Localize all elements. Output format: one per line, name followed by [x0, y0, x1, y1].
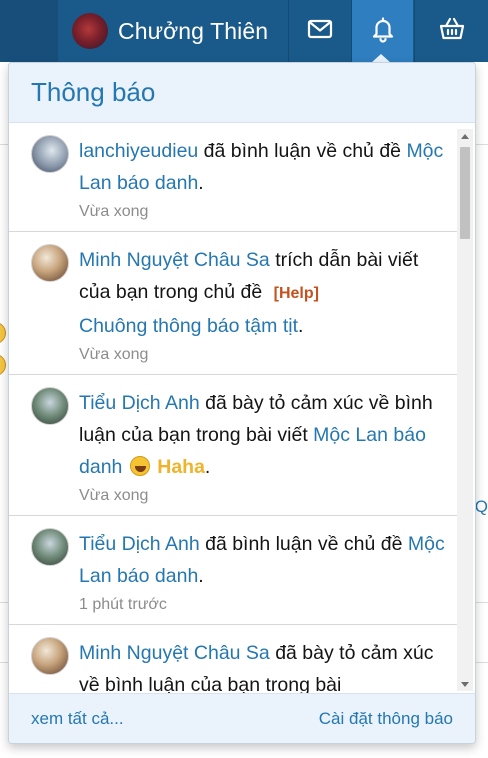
punctuation: .: [204, 456, 211, 478]
user-link[interactable]: Tiểu Dịch Anh: [79, 533, 200, 555]
notification-text: Minh Nguyệt Châu Sa đã bày tỏ cảm xúc về…: [79, 637, 447, 695]
user-menu-link[interactable]: Chưởng Thiên: [58, 0, 288, 62]
bell-icon: [369, 15, 397, 48]
notification-time: Vừa xong: [79, 203, 149, 220]
dropdown-header: Thông báo: [9, 63, 475, 123]
envelope-icon: [306, 15, 334, 48]
notification-text: Tiểu Dịch Anh đã bình luận về chủ đề Mộc…: [79, 528, 447, 592]
punctuation: .: [198, 565, 204, 587]
avatar[interactable]: [31, 387, 69, 425]
user-avatar: [72, 13, 108, 49]
user-link[interactable]: Minh Nguyệt Châu Sa: [79, 249, 270, 271]
avatar[interactable]: [31, 244, 69, 282]
dropdown-title: Thông báo: [31, 77, 156, 107]
notification-item[interactable]: lanchiyeudieu đã bình luận về chủ đề Mộc…: [9, 123, 459, 232]
scroll-thumb[interactable]: [460, 147, 470, 239]
top-navbar: Chưởng Thiên: [0, 0, 488, 62]
scroll-up-arrow-icon[interactable]: [457, 129, 473, 143]
punctuation: .: [298, 315, 304, 337]
notification-item[interactable]: Tiểu Dịch Anh đã bình luận về chủ đề Mộc…: [9, 516, 459, 625]
thread-prefix-tag: [Help]: [273, 285, 319, 302]
avatar[interactable]: [31, 637, 69, 675]
thread-link[interactable]: Chuông thông báo tậm tịt: [79, 315, 298, 337]
cart-button[interactable]: [414, 0, 488, 62]
notification-text: Tiểu Dịch Anh đã bày tỏ cảm xúc về bình …: [79, 387, 447, 483]
notification-text: Minh Nguyệt Châu Sa trích dẫn bài viết c…: [79, 244, 447, 342]
notification-action: đã bình luận về chủ đề: [198, 140, 407, 162]
bg-edge-text: Q: [474, 497, 488, 516]
notification-list: lanchiyeudieu đã bình luận về chủ đề Mộc…: [9, 123, 459, 695]
notification-item[interactable]: Minh Nguyệt Châu Sa đã bày tỏ cảm xúc về…: [9, 625, 459, 695]
notification-item[interactable]: Minh Nguyệt Châu Sa trích dẫn bài viết c…: [9, 232, 459, 375]
avatar[interactable]: [31, 528, 69, 566]
avatar[interactable]: [31, 135, 69, 173]
laughing-emoji-icon: [129, 456, 150, 476]
user-link[interactable]: lanchiyeudieu: [79, 140, 198, 162]
user-name: Chưởng Thiên: [118, 17, 269, 44]
alerts-button[interactable]: [351, 0, 413, 62]
user-link[interactable]: Minh Nguyệt Châu Sa: [79, 642, 270, 664]
navbar-left-area: [0, 0, 58, 62]
dropdown-footer: xem tất cả... Cài đặt thông báo: [9, 693, 475, 743]
inbox-button[interactable]: [288, 0, 350, 62]
notification-item[interactable]: Tiểu Dịch Anh đã bày tỏ cảm xúc về bình …: [9, 375, 459, 516]
punctuation: .: [198, 172, 204, 194]
see-all-link[interactable]: xem tất cả...: [31, 709, 124, 729]
notification-time: 1 phút trước: [79, 596, 167, 613]
notifications-dropdown: Thông báo lanchiyeudieu đã bình luận về …: [8, 62, 476, 744]
scroll-down-arrow-icon[interactable]: [457, 677, 473, 691]
notification-time: Vừa xong: [79, 346, 149, 363]
notification-settings-link[interactable]: Cài đặt thông báo: [319, 709, 453, 729]
reaction-label: Haha: [157, 456, 205, 478]
notification-text: lanchiyeudieu đã bình luận về chủ đề Mộc…: [79, 135, 447, 199]
list-scrollbar[interactable]: [457, 129, 473, 691]
basket-icon: [438, 15, 466, 48]
user-link[interactable]: Tiểu Dịch Anh: [79, 392, 200, 414]
notification-time: Vừa xong: [79, 487, 149, 504]
notification-action: đã bình luận về chủ đề: [199, 533, 408, 555]
